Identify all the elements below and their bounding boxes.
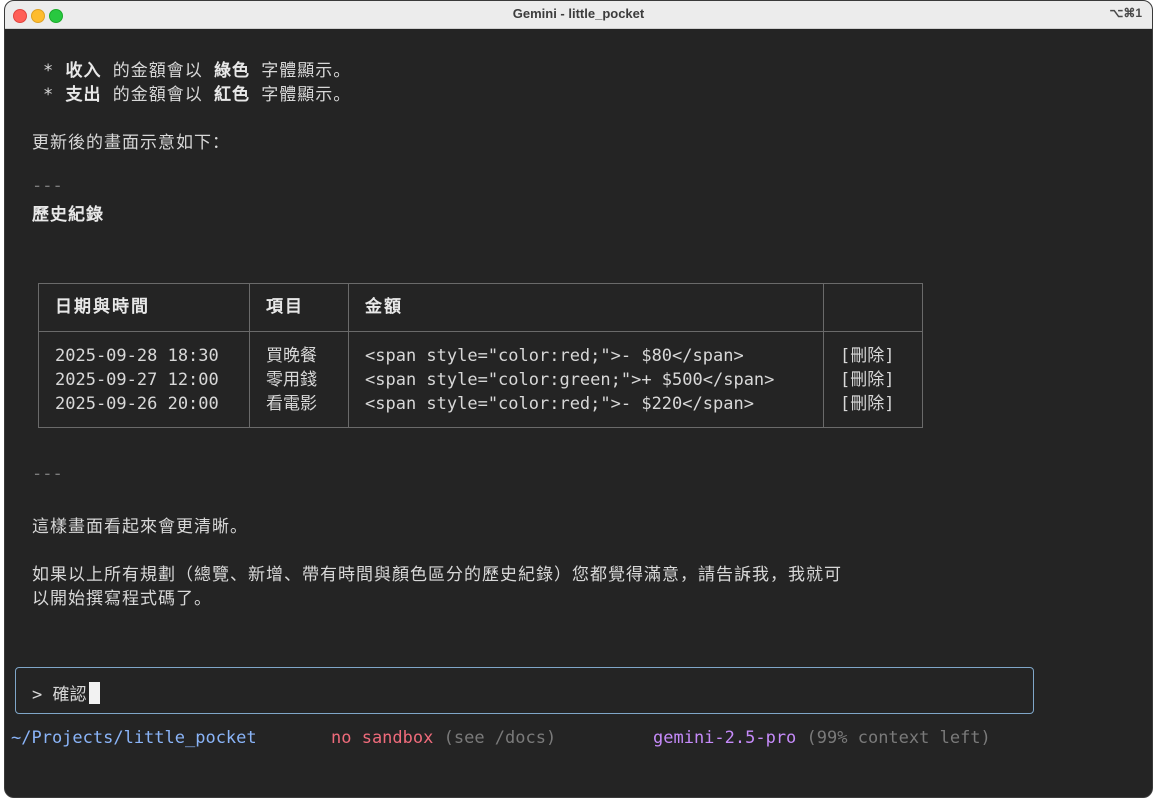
outro-clear: 這樣畫面看起來會更清晰。 bbox=[32, 517, 248, 537]
bullet-expense: * 支出 的金額會以 紅色 字體顯示。 bbox=[43, 85, 352, 105]
cell-datetime: 2025-09-26 20:00 bbox=[38, 392, 250, 428]
header-amount: 金額 bbox=[348, 283, 824, 332]
status-model: gemini-2.5-pro (99% context left) bbox=[653, 728, 991, 748]
prompt-input-box[interactable]: > 確認 bbox=[15, 667, 1034, 714]
table-row: 2025-09-26 20:00 看電影 <span style="color:… bbox=[38, 392, 923, 428]
terminal-output: * 收入 的金額會以 綠色 字體顯示。 * 支出 的金額會以 紅色 字體顯示。 … bbox=[5, 28, 1152, 797]
status-sandbox-hint: (see /docs) bbox=[443, 728, 557, 748]
table-row: 2025-09-28 18:30 買晚餐 <span style="color:… bbox=[38, 331, 923, 368]
table-row: 2025-09-27 12:00 零用錢 <span style="color:… bbox=[38, 368, 923, 392]
outro-confirm-line1: 如果以上所有規劃（總覽、新增、帶有時間與顏色區分的歷史紀錄）您都覺得滿意，請告訴… bbox=[32, 565, 842, 585]
title-bar: Gemini - little_pocket ⌥⌘1 bbox=[5, 1, 1152, 29]
history-table: 日期與時間 項目 金額 2025-09-28 18:30 買晚餐 <span s… bbox=[38, 283, 923, 428]
header-action bbox=[823, 283, 923, 332]
cell-item: 買晚餐 bbox=[249, 331, 349, 368]
window-title: Gemini - little_pocket bbox=[512, 6, 645, 21]
bullet-income: * 收入 的金額會以 綠色 字體顯示。 bbox=[43, 61, 352, 81]
cell-amount: <span style="color:red;">- $80</span> bbox=[348, 331, 824, 368]
history-heading: 歷史紀錄 bbox=[32, 205, 104, 225]
terminal-window: Gemini - little_pocket ⌥⌘1 * 收入 的金額會以 綠色… bbox=[4, 0, 1153, 798]
cell-delete: [刪除] bbox=[823, 392, 923, 428]
prompt-symbol: > bbox=[32, 685, 43, 705]
divider-bottom: --- bbox=[32, 464, 63, 484]
cell-datetime: 2025-09-27 12:00 bbox=[38, 368, 250, 392]
cell-amount: <span style="color:green;">+ $500</span> bbox=[348, 368, 824, 392]
text-cursor bbox=[88, 682, 100, 704]
cell-delete: [刪除] bbox=[823, 331, 923, 368]
status-path: ~/Projects/little_pocket bbox=[11, 728, 257, 748]
cell-item: 看電影 bbox=[249, 392, 349, 428]
status-context: (99% context left) bbox=[806, 728, 991, 748]
cell-datetime: 2025-09-28 18:30 bbox=[38, 331, 250, 368]
cell-delete: [刪除] bbox=[823, 368, 923, 392]
cell-amount: <span style="color:red;">- $220</span> bbox=[348, 392, 824, 428]
outro-confirm-line2: 以開始撰寫程式碼了。 bbox=[32, 589, 212, 609]
cell-item: 零用錢 bbox=[249, 368, 349, 392]
header-item: 項目 bbox=[249, 283, 349, 332]
table-header-row: 日期與時間 項目 金額 bbox=[38, 283, 923, 332]
status-sandbox: no sandbox (see /docs) bbox=[331, 728, 557, 748]
header-datetime: 日期與時間 bbox=[38, 283, 250, 332]
window-shortcut: ⌥⌘1 bbox=[1109, 6, 1142, 20]
prompt-input-value[interactable]: 確認 bbox=[53, 685, 87, 705]
prompt-line[interactable]: > 確認 bbox=[32, 680, 100, 705]
divider-top: --- bbox=[32, 176, 63, 196]
intro-text: 更新後的畫面示意如下： bbox=[32, 133, 230, 153]
